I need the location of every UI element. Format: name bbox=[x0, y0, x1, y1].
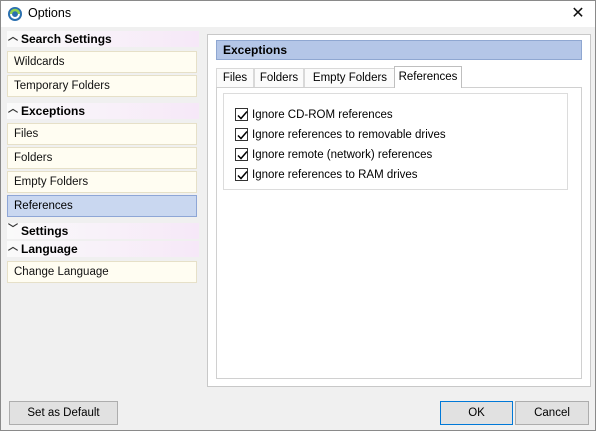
references-options-group: Ignore CD-ROM references Ignore referenc… bbox=[223, 93, 568, 190]
chevron-down-icon: ﹀ bbox=[8, 224, 18, 235]
chevron-up-icon: ︿ bbox=[8, 104, 18, 115]
sidebar-item-references[interactable]: References bbox=[7, 195, 197, 217]
tab-folders[interactable]: Folders bbox=[254, 68, 304, 88]
app-icon bbox=[7, 6, 23, 22]
chevron-up-icon: ︿ bbox=[8, 32, 18, 43]
sidebar: ︿ Search Settings Wildcards Temporary Fo… bbox=[7, 29, 199, 287]
check-mark-icon bbox=[237, 151, 248, 160]
close-icon[interactable]: ✕ bbox=[561, 1, 595, 27]
content-panel: Exceptions Files Folders Empty Folders R… bbox=[207, 34, 591, 387]
group-search-settings[interactable]: ︿ Search Settings bbox=[7, 31, 199, 47]
ignore-network-checkbox[interactable] bbox=[235, 148, 248, 161]
tab-files[interactable]: Files bbox=[216, 68, 254, 88]
ok-button[interactable]: OK bbox=[440, 401, 513, 425]
sidebar-item-folders[interactable]: Folders bbox=[7, 147, 197, 169]
sidebar-item-temporary-folders[interactable]: Temporary Folders bbox=[7, 75, 197, 97]
tab-empty-folders[interactable]: Empty Folders bbox=[304, 68, 396, 88]
cancel-button[interactable]: Cancel bbox=[515, 401, 589, 425]
references-tab-panel: Ignore CD-ROM references Ignore referenc… bbox=[216, 87, 582, 379]
group-exceptions[interactable]: ︿ Exceptions bbox=[7, 103, 199, 119]
chevron-up-icon: ︿ bbox=[8, 242, 18, 253]
window-title: Options bbox=[28, 6, 72, 20]
sidebar-item-change-language[interactable]: Change Language bbox=[7, 261, 197, 283]
options-window: Options ✕ ︿ Search Settings Wildcards Te… bbox=[0, 0, 596, 431]
group-settings[interactable]: ﹀ Settings bbox=[7, 223, 199, 239]
ignore-ram-checkbox[interactable] bbox=[235, 168, 248, 181]
set-as-default-button[interactable]: Set as Default bbox=[9, 401, 118, 425]
section-title: Exceptions bbox=[216, 40, 582, 60]
sidebar-item-empty-folders[interactable]: Empty Folders bbox=[7, 171, 197, 193]
title-bar: Options ✕ bbox=[1, 1, 595, 27]
check-mark-icon bbox=[237, 171, 248, 180]
check-mark-icon bbox=[237, 131, 248, 140]
group-language[interactable]: ︿ Language bbox=[7, 241, 199, 257]
ignore-cdrom-checkbox[interactable] bbox=[235, 108, 248, 121]
sidebar-item-files[interactable]: Files bbox=[7, 123, 197, 145]
ignore-removable-checkbox[interactable] bbox=[235, 128, 248, 141]
sidebar-item-wildcards[interactable]: Wildcards bbox=[7, 51, 197, 73]
check-mark-icon bbox=[237, 111, 248, 120]
tab-references[interactable]: References bbox=[394, 66, 462, 88]
